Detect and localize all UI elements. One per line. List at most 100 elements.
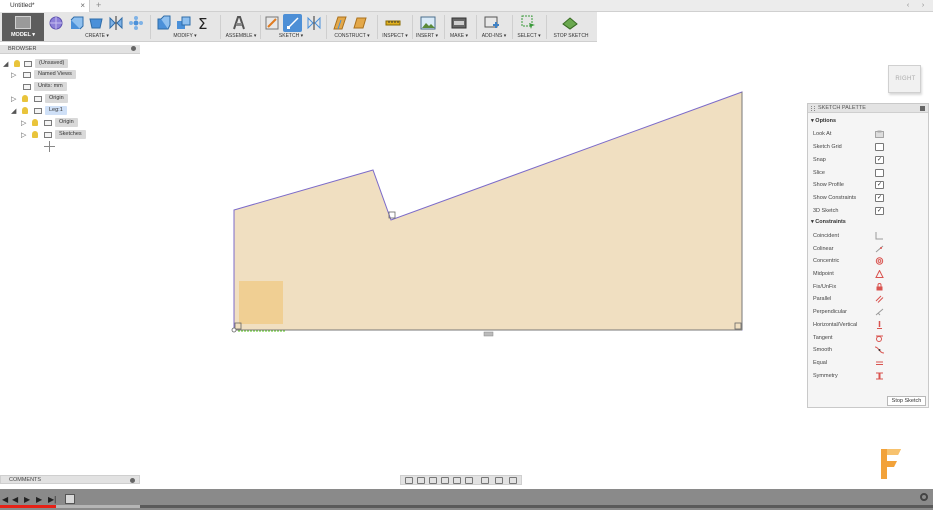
constraint-tangent[interactable]: Tangent [813,333,923,344]
tree-item-named-views[interactable]: ▷ Named Views [11,70,141,80]
progress-bar[interactable] [0,505,56,508]
show-profile-checkbox[interactable]: ✓ [875,181,884,189]
stop-sketch-group[interactable]: STOP SKETCH [548,12,594,42]
zoom-icon[interactable] [441,477,449,484]
3d-sketch-checkbox[interactable]: ✓ [875,207,884,215]
visibility-bulb-icon[interactable] [14,60,20,67]
expand-right-icon[interactable]: ▷ [11,71,16,79]
constraint-colinear[interactable]: Colinear [813,244,923,255]
option-sketch-grid[interactable]: Sketch Grid [813,142,923,153]
tree-root[interactable]: ◢ (Unsaved) [3,59,133,69]
option-slice[interactable]: Slice [813,168,923,179]
dock-icon[interactable] [920,106,925,111]
sigma-parameters-icon[interactable]: Σ [196,15,212,31]
parallel-icon[interactable] [875,295,884,303]
smooth-icon[interactable] [875,346,884,354]
show-constraints-checkbox[interactable]: ✓ [875,194,884,202]
create-sketch-icon[interactable] [264,15,280,31]
new-tab-icon[interactable]: + [96,0,101,10]
options-section-header[interactable]: ▾ Options [811,118,836,124]
lock-icon[interactable] [875,283,884,291]
viewcube[interactable]: RIGHT [888,65,921,93]
option-3d-sketch[interactable]: 3D Sketch ✓ [813,206,923,217]
sketch-mirror-icon[interactable] [306,15,322,31]
grip-icon[interactable] [811,106,815,111]
tree-item-sketches[interactable]: ▷ Sketches [21,130,141,140]
visibility-bulb-icon[interactable] [32,119,38,126]
tree-item-units[interactable]: Units: mm [11,82,141,92]
expand-down-icon[interactable]: ◢ [11,107,16,115]
constraint-coincident[interactable]: Coincident [813,231,923,242]
document-tab[interactable]: Untitled* × [0,0,90,12]
concentric-icon[interactable] [875,257,884,265]
equal-icon[interactable] [875,359,884,367]
symmetry-icon[interactable] [875,372,884,380]
browser-header[interactable]: BROWSER [0,45,140,54]
perpendicular-icon[interactable] [875,308,884,316]
option-show-constraints[interactable]: Show Constraints ✓ [813,193,923,204]
3d-print-icon[interactable] [451,15,467,31]
tree-item-leg[interactable]: ◢ Leg:1 [11,106,141,116]
look-at-icon[interactable] [417,477,425,484]
visibility-bulb-icon[interactable] [32,131,38,138]
mirror-icon[interactable] [108,15,124,31]
extrude-icon[interactable] [68,15,84,31]
measure-icon[interactable] [385,15,401,31]
look-at-icon[interactable] [875,130,884,138]
timeline-feature-icon[interactable] [65,494,75,504]
workspace-switcher[interactable]: MODEL ▾ [2,13,44,41]
zoom-window-icon[interactable] [453,477,461,484]
plane-along-path-icon[interactable] [352,15,368,31]
sketch-group[interactable]: SKETCH ▾ [264,12,324,42]
play-icon[interactable]: ◀ [2,495,8,504]
expand-right-icon[interactable]: ▷ [21,131,26,139]
make-group[interactable]: MAKE ▾ [446,12,474,42]
horizontal-constraint-icon[interactable] [483,331,494,337]
coincident-icon[interactable] [875,232,884,240]
sketch-palette-header[interactable]: SKETCH PALETTE [808,104,928,113]
select-group[interactable]: SELECT ▾ [514,12,544,42]
fit-icon[interactable] [465,477,473,484]
tree-item-leg-origin[interactable]: ▷ Origin [21,118,141,128]
close-icon[interactable]: × [80,1,85,10]
constraint-equal[interactable]: Equal [813,358,923,369]
step-forward-icon[interactable]: ▶ [36,495,42,504]
add-ins-group[interactable]: ADD-INS ▾ [478,12,510,42]
constraint-parallel[interactable]: Parallel [813,294,923,305]
offset-plane-icon[interactable] [332,15,348,31]
tangent-icon[interactable] [875,334,884,342]
grid-settings-icon[interactable] [495,477,503,484]
option-snap[interactable]: Snap ✓ [813,155,923,166]
assemble-group[interactable]: ASSEMBLE ▾ [226,12,256,42]
stop-sketch-button[interactable]: Stop Sketch [887,396,926,406]
sketch-grid-checkbox[interactable] [875,143,884,151]
constraints-section-header[interactable]: ▾ Constraints [811,219,846,225]
visibility-bulb-icon[interactable] [22,107,28,114]
insert-image-icon[interactable] [420,15,436,31]
press-pull-icon[interactable] [156,15,172,31]
snap-checkbox[interactable]: ✓ [875,156,884,164]
skip-end-icon[interactable]: ▶| [48,495,56,504]
orbit-icon[interactable] [405,477,413,484]
construct-group[interactable]: CONSTRUCT ▾ [330,12,374,42]
constraint-smooth[interactable]: Smooth [813,345,923,356]
constraint-concentric[interactable]: Concentric [813,256,923,267]
constraint-horizontal-vertical[interactable]: Horizontal/Vertical [813,320,923,331]
pin-icon[interactable] [131,46,136,51]
joint-icon[interactable] [231,15,247,31]
expand-down-icon[interactable]: ◢ [3,60,8,68]
video-timeline[interactable]: ◀ ◀ ▶ ▶ ▶| [0,489,933,510]
pattern-icon[interactable] [128,15,144,31]
tree-item-origin[interactable]: ▷ Origin [11,94,141,104]
step-back-icon[interactable]: ◀ [12,495,18,504]
combine-icon[interactable] [176,15,192,31]
expand-right-icon[interactable]: ▷ [11,95,16,103]
sketch-line-tool[interactable] [283,14,302,32]
origin-point[interactable] [231,327,237,333]
pin-icon[interactable] [130,478,135,483]
chevron-left-icon[interactable]: ‹ [903,0,913,12]
modify-group[interactable]: Σ MODIFY ▾ [156,12,216,42]
option-look-at[interactable]: Look At [813,129,923,140]
create-form-icon[interactable] [48,15,64,31]
scripts-addins-icon[interactable] [484,15,500,31]
